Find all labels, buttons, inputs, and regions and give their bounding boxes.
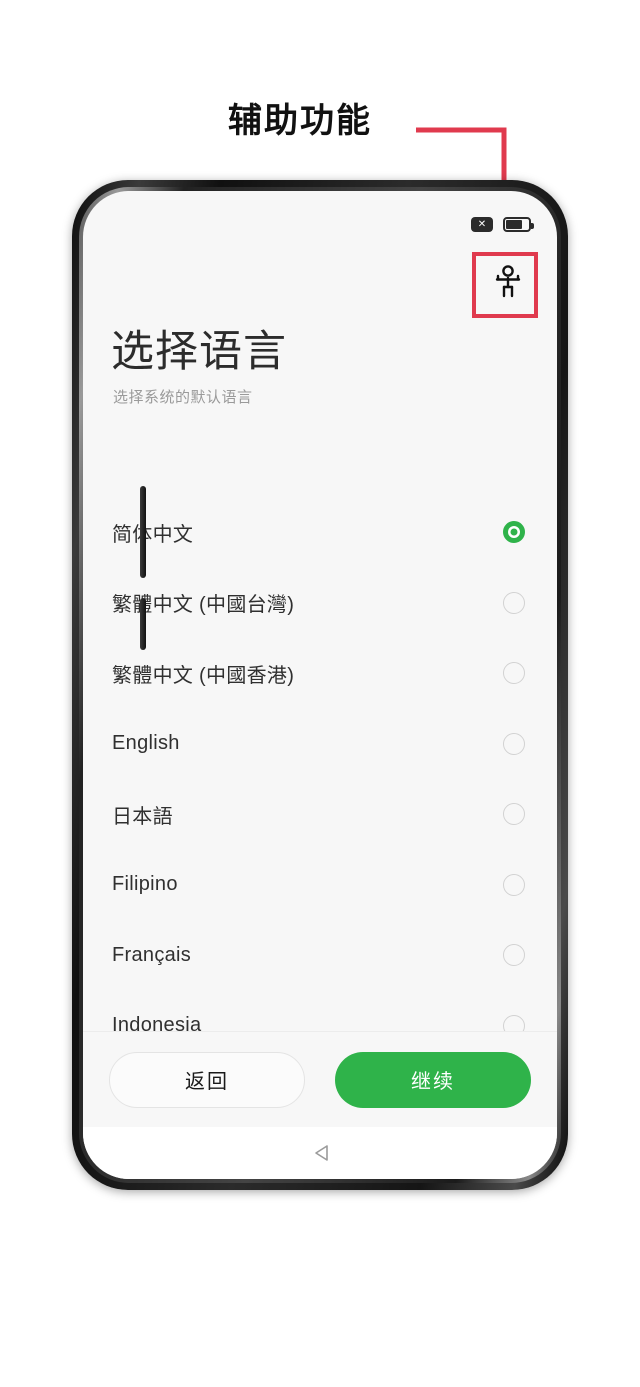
annotation-label: 辅助功能 (228, 102, 372, 140)
system-nav-bar (83, 1127, 557, 1179)
language-option-label: English (112, 732, 180, 755)
radio-unselected-icon[interactable] (503, 944, 525, 967)
language-option[interactable]: 繁體中文 (中國台灣) (83, 568, 557, 639)
radio-unselected-icon[interactable] (503, 662, 525, 685)
back-triangle-icon[interactable] (312, 1142, 334, 1164)
radio-unselected-icon[interactable] (503, 873, 525, 896)
language-option[interactable]: 简体中文 (83, 497, 557, 568)
language-option[interactable]: Indonesia (83, 991, 557, 1031)
phone-bezel: ✕ 选择语言 选择系统的默认语言 简体中文 繁體中文 (中國台灣) 繁體中文 (… (79, 187, 561, 1183)
language-list[interactable]: 简体中文繁體中文 (中國台灣) 繁體中文 (中國香港) English 日本語 Fili… (83, 497, 557, 1031)
power-button[interactable] (140, 598, 146, 650)
language-option[interactable]: English (83, 709, 557, 780)
radio-unselected-icon[interactable] (503, 732, 525, 755)
volume-button[interactable] (140, 486, 146, 578)
page-header: 选择语言 选择系统的默认语言 (111, 328, 529, 407)
battery-fill (506, 220, 522, 229)
phone-screen: ✕ 选择语言 选择系统的默认语言 简体中文 繁體中文 (中國台灣) 繁體中文 (… (83, 191, 557, 1179)
footer-actions: 返回 继续 (83, 1031, 557, 1127)
page-title: 选择语言 (111, 328, 287, 376)
back-button[interactable]: 返回 (109, 1051, 305, 1108)
continue-button[interactable]: 继续 (335, 1051, 531, 1108)
battery-icon (503, 217, 534, 232)
radio-selected-icon[interactable] (503, 521, 525, 544)
language-option[interactable]: Filipino (83, 850, 557, 921)
status-bar: ✕ (471, 217, 534, 232)
language-option-label: Indonesia (112, 1014, 202, 1031)
page-subtitle: 选择系统的默认语言 (113, 389, 253, 407)
language-option[interactable]: Français (83, 920, 557, 991)
radio-unselected-icon[interactable] (503, 591, 525, 614)
mute-badge-icon: ✕ (471, 217, 493, 232)
language-option-label: 繁體中文 (中國香港) (112, 664, 295, 687)
radio-unselected-icon[interactable] (503, 1014, 525, 1031)
language-option-label: Filipino (112, 873, 178, 896)
radio-unselected-icon[interactable] (503, 803, 525, 826)
language-option-label: 日本語 (112, 805, 173, 828)
language-option[interactable]: 日本語 (83, 779, 557, 850)
language-option[interactable]: 繁體中文 (中國香港) (83, 638, 557, 709)
language-option-label: 简体中文 (112, 523, 194, 546)
language-option-label: Français (112, 943, 192, 966)
accessibility-highlight-box (472, 252, 538, 318)
phone-device: ✕ 选择语言 选择系统的默认语言 简体中文 繁體中文 (中國台灣) 繁體中文 (… (72, 180, 568, 1190)
